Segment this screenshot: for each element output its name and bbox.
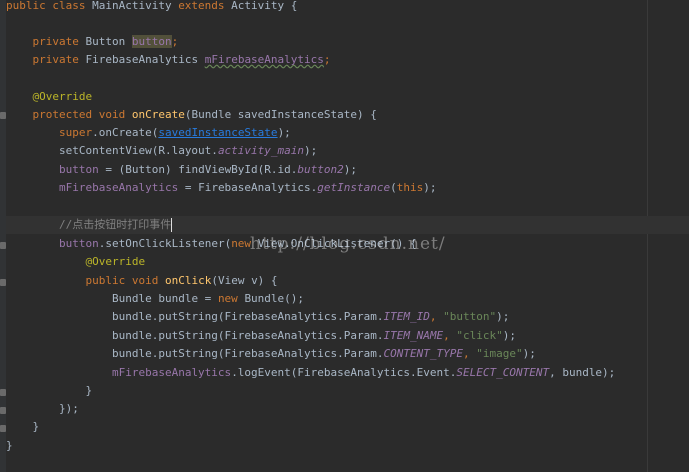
comma: , [443, 329, 457, 342]
string-literal: "image" [476, 347, 523, 360]
code-line-13-current[interactable]: //点击按钮时打印事件 [6, 216, 689, 234]
comma: , [429, 310, 444, 323]
code-line-17[interactable]: Bundle bundle = new Bundle(); [6, 290, 647, 308]
code-editor[interactable]: public class MainActivity extends Activi… [0, 0, 689, 472]
static-method: getInstance [317, 181, 391, 194]
code-line-1[interactable]: public class MainActivity extends Activi… [6, 0, 647, 15]
closing-brace: } [32, 420, 40, 433]
closing-brace: } [85, 384, 93, 397]
call-end: , bundle); [549, 366, 616, 379]
string-literal: "button" [443, 310, 497, 323]
static-field: ITEM_NAME [383, 329, 444, 342]
field-name: button [131, 35, 172, 48]
method-call: setContentView(R.layout. [58, 144, 218, 157]
code-line-4[interactable]: private FirebaseAnalytics mFirebaseAnaly… [6, 51, 647, 69]
declaration: Bundle bundle = [111, 292, 218, 305]
assignment: = (Button) findViewById(R.id. [98, 163, 298, 176]
code-line-8[interactable]: super.onCreate(savedInstanceState); [6, 124, 647, 142]
closing-brace: }); [58, 402, 79, 415]
static-field: button2 [297, 163, 344, 176]
code-line-25[interactable]: } [6, 437, 647, 455]
watermark: http://blog.csdn.net/ [250, 234, 446, 254]
keyword: protected void [32, 108, 132, 121]
field-name: mFirebaseAnalytics [204, 53, 324, 66]
keyword: new [217, 292, 245, 305]
semicolon: ; [171, 35, 179, 48]
code-line-7[interactable]: protected void onCreate(Bundle savedInst… [6, 106, 647, 124]
closing-brace: } [6, 439, 13, 452]
code-line-11[interactable]: mFirebaseAnalytics = FirebaseAnalytics.g… [6, 179, 647, 197]
code-line-21[interactable]: mFirebaseAnalytics.logEvent(FirebaseAnal… [6, 364, 647, 382]
method-signature: (Bundle savedInstanceState) { [184, 108, 377, 121]
semicolon: ; [323, 53, 331, 66]
code-line-22[interactable]: } [6, 382, 647, 400]
field-name: mFirebaseAnalytics [58, 181, 179, 194]
keyword: private [32, 35, 86, 48]
keyword: public void [85, 274, 165, 287]
code-line-19[interactable]: bundle.putString(FirebaseAnalytics.Param… [6, 327, 647, 345]
call-end: ); [304, 144, 318, 157]
method-name: onClick [164, 274, 212, 287]
method-call: bundle.putString(FirebaseAnalytics.Param… [111, 329, 384, 342]
call-end: ); [502, 329, 516, 342]
code-line-9[interactable]: setContentView(R.layout.activity_main); [6, 142, 647, 160]
static-field: SELECT_CONTENT [456, 366, 550, 379]
text-caret [171, 218, 173, 232]
keyword: extends [178, 0, 232, 12]
annotation: @Override [85, 255, 146, 268]
code-line-16[interactable]: public void onClick(View v) { [6, 272, 647, 290]
parameter-link[interactable]: savedInstanceState [158, 126, 277, 139]
comment: //点击按钮时打印事件 [58, 218, 172, 231]
call-end: ); [496, 310, 510, 323]
annotation: @Override [32, 90, 93, 103]
method-signature: (View v) { [211, 274, 278, 287]
assignment: = FirebaseAnalytics. [178, 181, 318, 194]
code-line-24[interactable]: } [6, 418, 647, 436]
comma: , [462, 347, 477, 360]
constructor-call: Bundle(); [244, 292, 305, 305]
code-line-15[interactable]: @Override [6, 253, 647, 271]
keyword: public class [6, 0, 93, 12]
method-call: .logEvent(FirebaseAnalytics.Event. [231, 366, 457, 379]
type-name: Button [85, 35, 132, 48]
code-line-10[interactable]: button = (Button) findViewById(R.id.butt… [6, 161, 647, 179]
static-field: activity_main [217, 144, 305, 157]
call-end: ); [423, 181, 437, 194]
call-end: ); [343, 163, 358, 176]
field-name: button [58, 237, 99, 250]
code-line-18[interactable]: bundle.putString(FirebaseAnalytics.Param… [6, 308, 647, 326]
method-call: .setOnClickListener( [98, 237, 232, 250]
field-name: button [58, 163, 99, 176]
call-end: ); [277, 126, 291, 139]
code-line-6[interactable]: @Override [6, 88, 647, 106]
keyword: private [32, 53, 86, 66]
code-line-20[interactable]: bundle.putString(FirebaseAnalytics.Param… [6, 345, 647, 363]
static-field: ITEM_ID [383, 310, 430, 323]
method-call: bundle.putString(FirebaseAnalytics.Param… [111, 310, 384, 323]
call-end: ); [522, 347, 536, 360]
method-call: .onCreate( [92, 126, 159, 139]
code-line-3[interactable]: private Button button; [6, 33, 647, 51]
field-name: mFirebaseAnalytics [111, 366, 232, 379]
static-field: CONTENT_TYPE [383, 347, 463, 360]
paren: ( [390, 181, 397, 194]
string-literal: "click" [456, 329, 503, 342]
keyword: super [58, 126, 93, 139]
class-name: MainActivity [92, 0, 179, 12]
method-call: bundle.putString(FirebaseAnalytics.Param… [111, 347, 384, 360]
type-name: FirebaseAnalytics [85, 53, 205, 66]
code-line-23[interactable]: }); [6, 400, 647, 418]
method-name: onCreate [131, 108, 185, 121]
right-margin-guide [647, 0, 648, 472]
superclass-name: Activity { [231, 0, 298, 12]
keyword: this [396, 181, 424, 194]
